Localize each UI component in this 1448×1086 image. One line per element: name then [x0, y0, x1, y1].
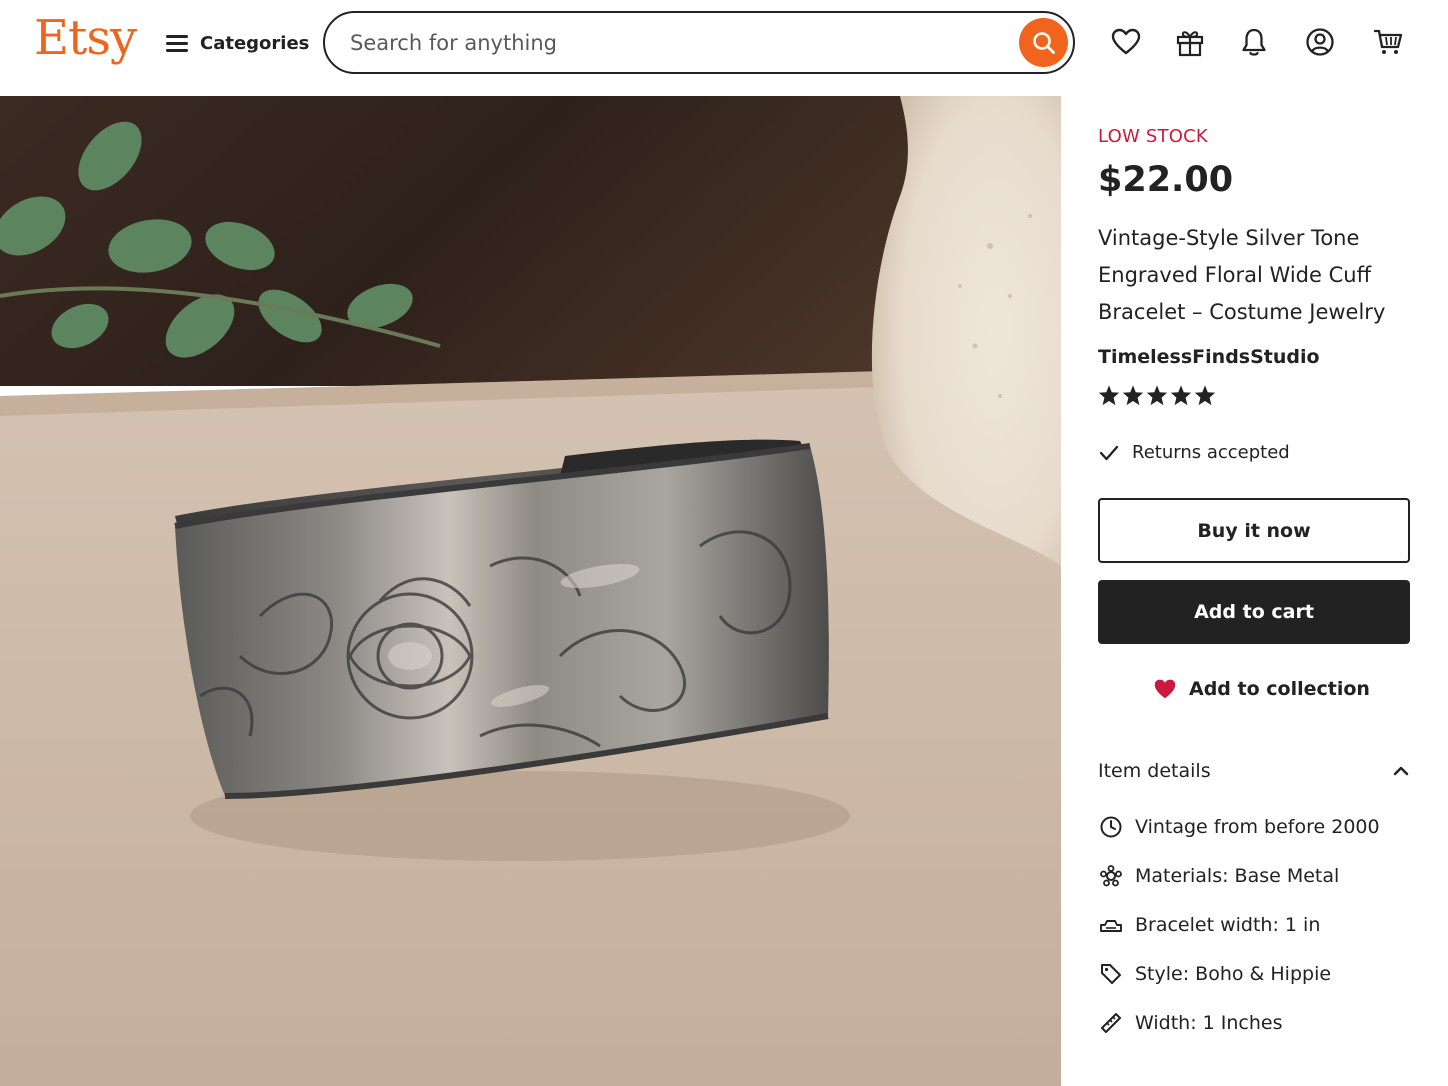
add-to-collection-button[interactable]: Add to collection — [1153, 678, 1370, 700]
listing-title: Vintage-Style Silver Tone Engraved Flora… — [1098, 226, 1386, 324]
chevron-up-icon — [1393, 766, 1409, 776]
star-icon — [1146, 385, 1168, 406]
materials-icon — [1099, 864, 1122, 886]
price: $22.00 — [1098, 160, 1234, 200]
buy-it-now-button[interactable]: Buy it now — [1098, 498, 1410, 563]
returns-info: Returns accepted — [1098, 442, 1290, 463]
width-icon — [1099, 919, 1122, 932]
search-bar — [323, 11, 1075, 74]
detail-label: Vintage — [1135, 815, 1208, 838]
detail-value: 1 Inches — [1202, 1011, 1283, 1034]
account-icon — [1306, 28, 1334, 56]
clock-icon — [1100, 816, 1121, 837]
notifications-button[interactable] — [1234, 22, 1274, 62]
cart-icon — [1373, 29, 1403, 54]
search-input[interactable] — [350, 30, 990, 55]
heart-icon — [1111, 28, 1141, 55]
product-image[interactable] — [0, 96, 1061, 1086]
item-details-heading: Item details — [1098, 760, 1211, 782]
bell-icon — [1242, 28, 1266, 56]
add-to-cart-button[interactable]: Add to cart — [1098, 580, 1410, 644]
returns-label: Returns accepted — [1132, 442, 1290, 463]
checkmark-icon — [1099, 445, 1119, 460]
search-icon — [1032, 31, 1055, 54]
detail-label: Materials: — [1135, 864, 1229, 887]
listing-panel: LOW STOCK $22.00 Vintage-Style Silver To… — [1061, 96, 1448, 1086]
detail-row-style: Style: Boho & Hippie — [1098, 961, 1331, 986]
star-rating[interactable] — [1098, 384, 1216, 406]
bracelet-photo — [0, 96, 1061, 1086]
gifts-button[interactable] — [1170, 22, 1210, 62]
detail-value: 1 in — [1284, 913, 1321, 936]
ruler-icon — [1100, 1012, 1121, 1033]
star-icon — [1170, 385, 1192, 406]
site-header: Etsy Categories — [0, 0, 1448, 96]
detail-value: from before 2000 — [1213, 815, 1380, 838]
etsy-logo[interactable]: Etsy — [34, 10, 137, 66]
detail-value: Boho & Hippie — [1195, 962, 1332, 985]
add-to-collection-label: Add to collection — [1189, 678, 1370, 700]
account-button[interactable] — [1300, 22, 1340, 62]
heart-filled-icon — [1154, 679, 1176, 699]
detail-label: Width: — [1135, 1011, 1197, 1034]
categories-button[interactable]: Categories — [166, 28, 309, 58]
shop-name-link[interactable]: TimelessFindsStudio — [1098, 346, 1320, 368]
favorites-button[interactable] — [1106, 22, 1146, 62]
hamburger-icon — [166, 34, 188, 52]
categories-label: Categories — [200, 32, 310, 54]
search-button[interactable] — [1019, 18, 1068, 67]
detail-row-bracelet-width: Bracelet width: 1 in — [1098, 912, 1320, 937]
detail-row-vintage: Vintage from before 2000 — [1098, 814, 1380, 839]
detail-label: Bracelet width: — [1135, 913, 1279, 936]
detail-value: Base Metal — [1234, 864, 1340, 887]
gift-icon — [1176, 31, 1204, 57]
detail-row-width: Width: 1 Inches — [1098, 1010, 1283, 1035]
detail-label: Style: — [1135, 962, 1190, 985]
item-details-toggle[interactable]: Item details — [1098, 756, 1410, 786]
star-icon — [1194, 385, 1216, 406]
stock-badge: LOW STOCK — [1098, 126, 1208, 147]
star-icon — [1098, 385, 1120, 406]
star-icon — [1122, 385, 1144, 406]
detail-row-materials: Materials: Base Metal — [1098, 863, 1339, 888]
tag-icon — [1100, 963, 1121, 984]
cart-button[interactable] — [1368, 22, 1408, 62]
